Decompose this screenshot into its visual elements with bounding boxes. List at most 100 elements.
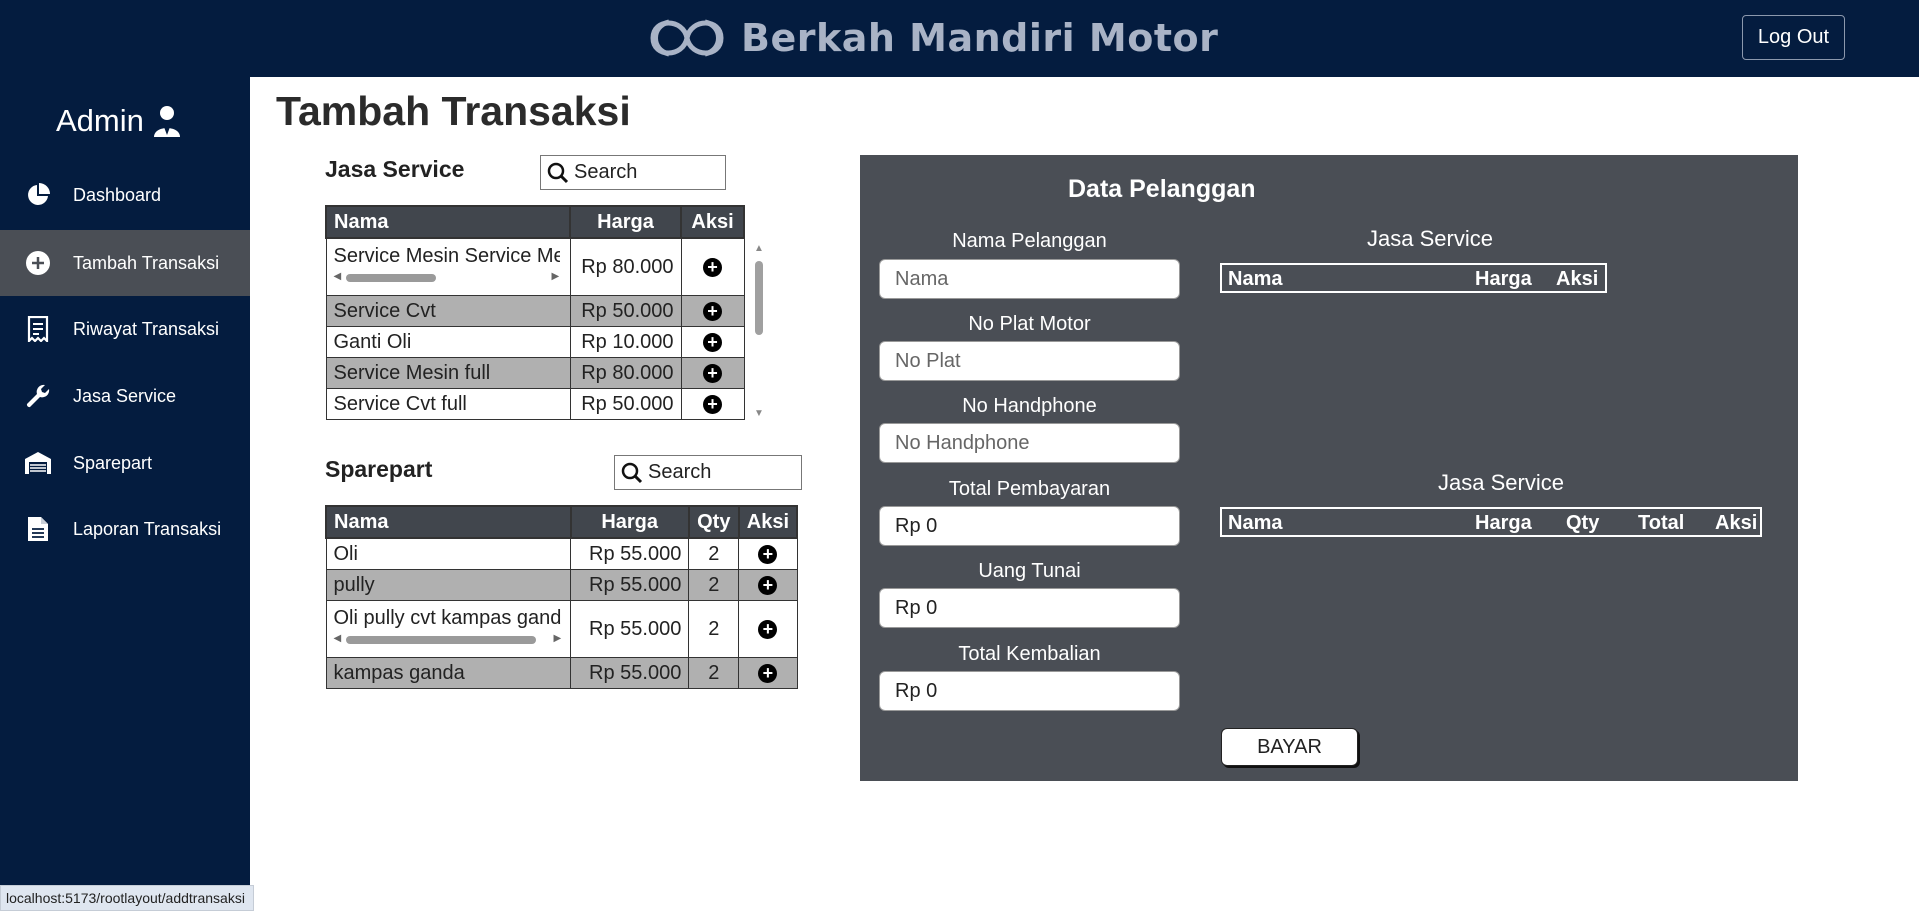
service-price: Rp 50.000 xyxy=(569,388,682,420)
horizontal-scrollbar[interactable]: ◀ ▶ xyxy=(334,633,564,645)
sparepart-search[interactable]: Search xyxy=(614,455,802,490)
add-icon[interactable]: + xyxy=(758,544,778,564)
field-label: Nama Pelanggan xyxy=(952,230,1107,252)
part-name: pully xyxy=(325,569,572,601)
wrench-icon xyxy=(24,382,52,410)
field-label: Total Pembayaran xyxy=(948,478,1111,500)
column-header: Total xyxy=(1638,512,1685,534)
table-row: Service Cvt Rp 50.000 + xyxy=(325,295,745,327)
column-header: Nama xyxy=(325,505,572,539)
sidebar-item-jasa-service[interactable]: Jasa Service xyxy=(0,363,250,429)
jasa-service-search[interactable]: Search xyxy=(540,155,726,190)
service-price: Rp 80.000 xyxy=(569,357,682,389)
table-cell: + xyxy=(680,357,745,389)
part-name: Oli pully cvt kampas ganda xyxy=(333,607,561,629)
receipt-icon xyxy=(24,315,52,343)
cash-input[interactable]: Rp 0 xyxy=(879,588,1180,628)
service-price: Rp 50.000 xyxy=(569,295,682,327)
field-label: Uang Tunai xyxy=(978,560,1081,582)
brand: Berkah Mandiri Motor xyxy=(643,6,1218,70)
column-header: Harga xyxy=(1475,512,1532,534)
table-cell: + xyxy=(680,326,745,358)
add-icon[interactable]: + xyxy=(703,394,722,414)
selected-sparepart-table-header: Nama Harga Qty Total Aksi xyxy=(1220,507,1762,537)
table-cell: + xyxy=(738,657,798,689)
table-cell: + xyxy=(738,537,798,570)
part-price: Rp 55.000 xyxy=(570,569,690,601)
table-header: Nama Harga Aksi xyxy=(325,205,745,239)
table-row: Service Mesin full Rp 80.000 + xyxy=(325,357,745,389)
sidebar-item-tambah-transaksi[interactable]: Tambah Transaksi xyxy=(0,230,250,296)
sidebar-item-riwayat-transaksi[interactable]: Riwayat Transaksi xyxy=(0,296,250,362)
column-header: Harga xyxy=(1475,268,1532,290)
brand-name: Berkah Mandiri Motor xyxy=(741,16,1219,60)
sidebar-item-sparepart[interactable]: Sparepart xyxy=(0,430,250,496)
pay-button[interactable]: BAYAR xyxy=(1221,728,1358,766)
page-title: Tambah Transaksi xyxy=(276,88,631,134)
service-name: Service Cvt full xyxy=(325,388,571,420)
vertical-scrollbar[interactable]: ▲ ▼ xyxy=(752,243,766,423)
selected-service-title: Jasa Service xyxy=(1367,226,1493,251)
phone-input[interactable]: No Handphone xyxy=(879,423,1180,463)
column-header: Aksi xyxy=(1556,268,1599,290)
change-input[interactable]: Rp 0 xyxy=(879,671,1180,711)
sidebar-item-label: Jasa Service xyxy=(73,385,177,406)
horizontal-scrollbar[interactable]: ◀ ▶ xyxy=(334,271,563,283)
plus-circle-icon xyxy=(24,249,52,277)
logout-button[interactable]: Log Out xyxy=(1742,15,1845,60)
table-cell: + xyxy=(680,237,745,296)
sidebar-item-label: Sparepart xyxy=(73,452,153,473)
customer-name-input[interactable]: Nama xyxy=(879,259,1180,299)
column-header: Aksi xyxy=(680,205,745,239)
brand-logo-icon xyxy=(650,19,724,57)
field-label: Total Kembalian xyxy=(958,643,1101,665)
sparepart-table: Nama Harga Qty Aksi Oli Rp 55.000 2 + pu… xyxy=(325,505,799,689)
part-qty: 2 xyxy=(688,537,740,570)
part-price: Rp 55.000 xyxy=(570,600,690,658)
total-payment-input[interactable]: Rp 0 xyxy=(879,506,1180,546)
document-icon xyxy=(24,515,52,543)
sidebar: Admin Dashboard Tambah Transaksi Riwayat… xyxy=(0,77,250,909)
search-icon xyxy=(621,462,643,483)
plate-number-input[interactable]: No Plat xyxy=(879,341,1180,381)
table-cell: + xyxy=(738,600,798,658)
add-icon[interactable]: + xyxy=(758,619,778,639)
add-icon[interactable]: + xyxy=(758,575,778,595)
add-icon[interactable]: + xyxy=(758,663,778,683)
user-icon xyxy=(153,106,180,137)
sparepart-title: Sparepart xyxy=(325,456,433,482)
column-header: Nama xyxy=(325,205,571,239)
part-qty: 2 xyxy=(688,600,740,658)
column-header: Harga xyxy=(569,505,690,539)
jasa-service-title: Jasa Service xyxy=(325,156,465,182)
part-name: Oli xyxy=(325,537,572,570)
table-cell: Oli pully cvt kampas ganda ◀ ▶ xyxy=(325,600,572,658)
search-placeholder: Search xyxy=(574,161,638,183)
column-header: Qty xyxy=(687,505,740,539)
service-name: Service Cvt xyxy=(325,295,571,327)
add-icon[interactable]: + xyxy=(703,332,722,352)
search-icon xyxy=(547,162,569,183)
table-row: Oli Rp 55.000 2 + xyxy=(325,537,798,570)
column-header: Nama xyxy=(1228,512,1283,534)
table-row: Service Mesin Service Mes ◀ ▶ Rp 80.000 + xyxy=(325,237,745,296)
service-name: Service Mesin Service Mes xyxy=(333,245,560,267)
table-row: Service Cvt full Rp 50.000 + xyxy=(325,388,745,420)
sidebar-item-dashboard[interactable]: Dashboard xyxy=(0,162,250,228)
add-icon[interactable]: + xyxy=(703,257,722,277)
sidebar-item-laporan-transaksi[interactable]: Laporan Transaksi xyxy=(0,496,250,562)
add-icon[interactable]: + xyxy=(703,301,722,321)
field-label: No Plat Motor xyxy=(968,313,1091,335)
part-price: Rp 55.000 xyxy=(570,657,690,689)
admin-label: Admin xyxy=(56,103,182,139)
top-bar: Berkah Mandiri Motor Log Out xyxy=(0,0,1919,77)
column-header: Nama xyxy=(1228,268,1283,290)
sidebar-item-label: Tambah Transaksi xyxy=(73,252,220,273)
service-name: Ganti Oli xyxy=(325,326,571,358)
service-price: Rp 80.000 xyxy=(569,237,682,296)
add-icon[interactable]: + xyxy=(703,363,722,383)
table-row: Oli pully cvt kampas ganda ◀ ▶ Rp 55.000 … xyxy=(325,600,798,658)
status-bar-url: localhost:5173/rootlayout/addtransaksi xyxy=(0,885,254,911)
table-cell: + xyxy=(680,295,745,327)
part-price: Rp 55.000 xyxy=(570,537,690,570)
